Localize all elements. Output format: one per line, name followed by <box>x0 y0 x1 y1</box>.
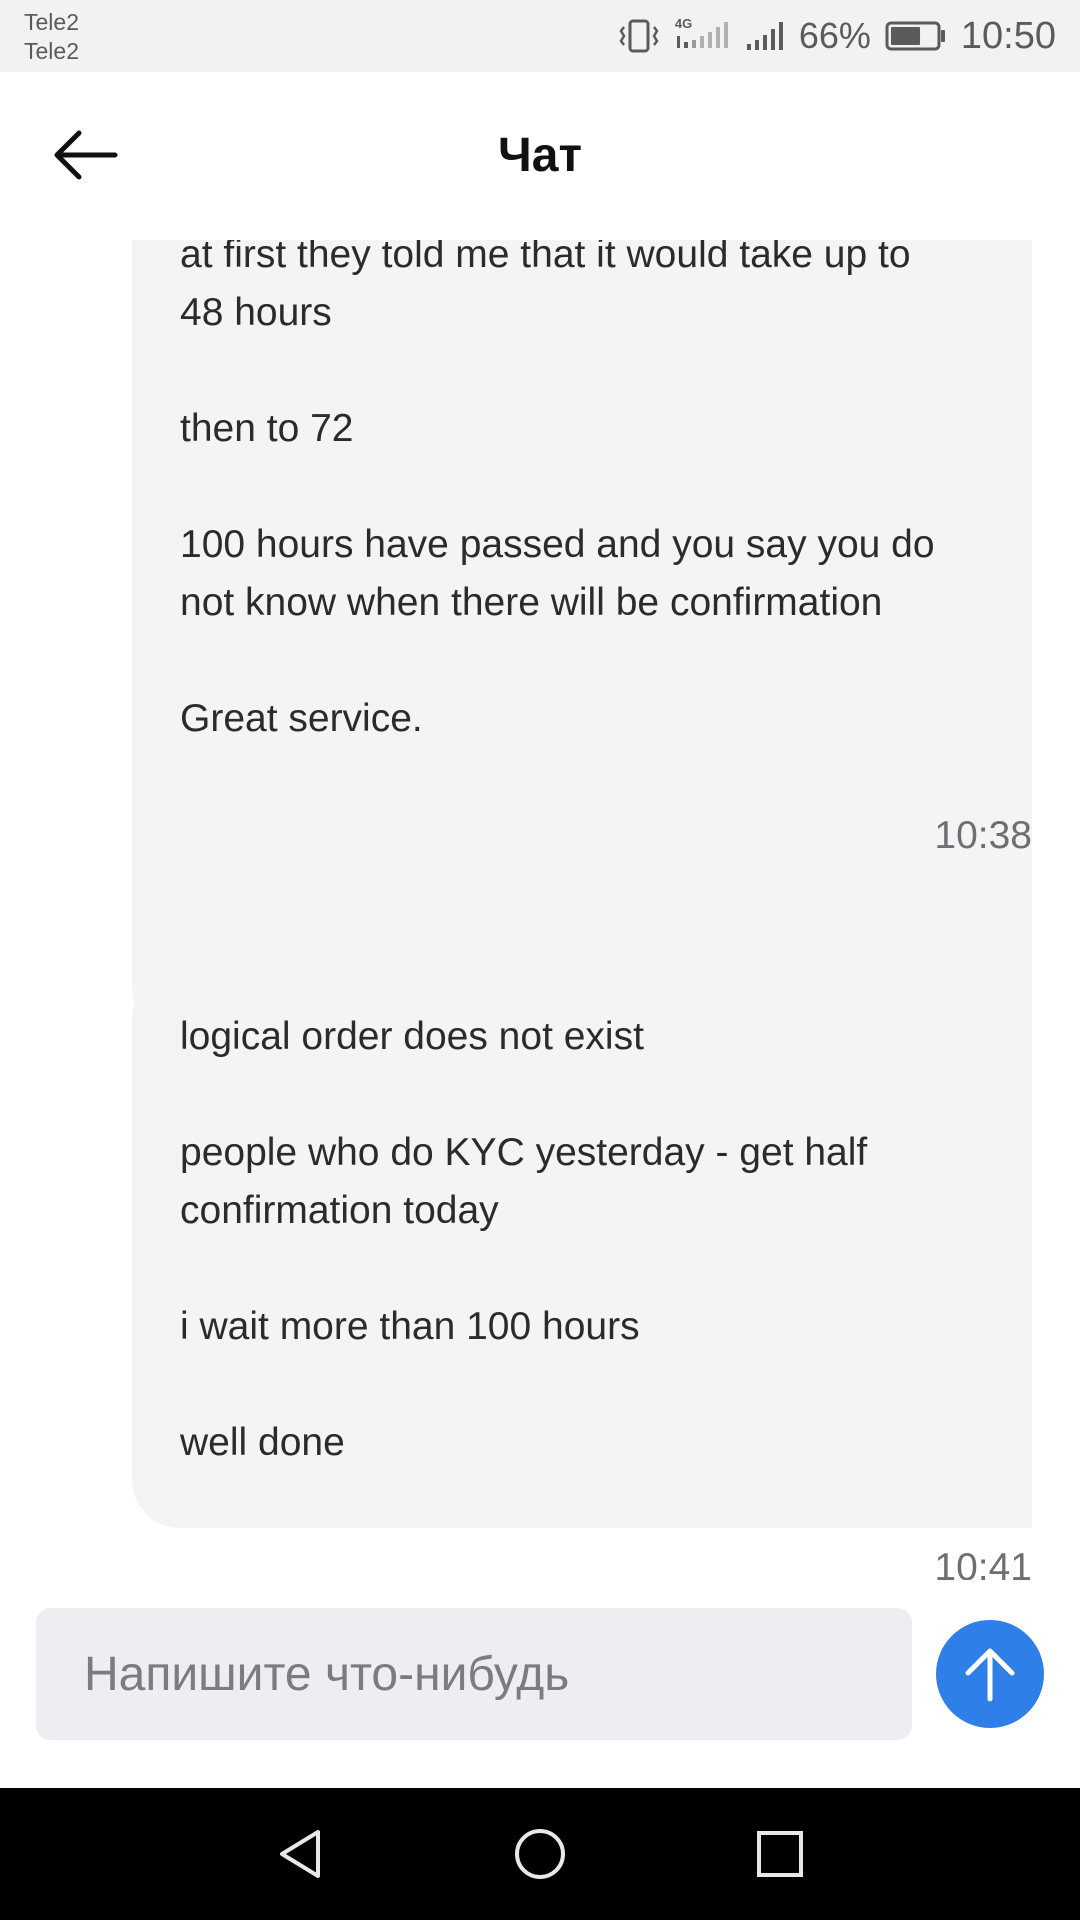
nav-back-button[interactable] <box>264 1818 336 1890</box>
message-time: 10:41 <box>934 1546 1032 1580</box>
carrier-names: Tele2 Tele2 <box>24 8 79 66</box>
message-text-line: i wait more than 100 hours <box>180 1305 640 1348</box>
battery-icon <box>885 20 947 52</box>
chat-header: Чат <box>0 72 1080 240</box>
message-text-line: logical order does not exist <box>180 1015 644 1058</box>
page-title: Чат <box>498 129 582 182</box>
carrier-2: Tele2 <box>24 38 79 64</box>
message-bubble: logical order does not exist people who d… <box>132 970 1032 1528</box>
message-text-line: Great service. <box>180 697 423 740</box>
send-button[interactable] <box>936 1620 1044 1728</box>
message-bubble: at first they told me that it would take… <box>132 240 1032 1034</box>
vibrate-icon <box>617 18 661 54</box>
signal-4g-icon: 4G <box>675 16 731 56</box>
message-text-line: at first they told me that it would take… <box>180 240 911 276</box>
system-nav-bar <box>0 1788 1080 1920</box>
message-input[interactable] <box>36 1608 912 1740</box>
status-time: 10:50 <box>960 14 1056 57</box>
nav-home-button[interactable] <box>504 1818 576 1890</box>
circle-home-icon <box>515 1829 565 1879</box>
message-list[interactable]: at first they told me that it would take… <box>0 240 1080 1580</box>
message-text-line: 48 hours <box>180 291 332 334</box>
message-text-line: not know when there will be confirmation <box>180 581 883 624</box>
carrier-1: Tele2 <box>24 9 79 35</box>
message-text-line: people who do KYC yesterday - get half <box>180 1131 868 1174</box>
message-text-line: confirmation today <box>180 1189 499 1232</box>
signal-icon <box>745 18 785 54</box>
status-bar: Tele2 Tele2 4G 66% 10:50 <box>0 0 1080 72</box>
message-text-line: then to 72 <box>180 407 354 450</box>
message-time: 10:38 <box>934 814 1032 857</box>
message-text-line: 100 hours have passed and you say you do <box>180 523 935 566</box>
message-text-line: well done <box>180 1421 345 1464</box>
square-recents-icon <box>757 1831 803 1877</box>
message-composer <box>0 1580 1080 1788</box>
arrow-up-icon <box>965 1648 1015 1702</box>
triangle-back-icon <box>280 1830 320 1878</box>
back-button[interactable] <box>46 124 124 186</box>
status-icons: 4G 66% 10:50 <box>617 0 1056 72</box>
nav-recents-button[interactable] <box>744 1818 816 1890</box>
arrow-left-icon <box>54 130 118 180</box>
battery-percent: 66% <box>798 15 871 56</box>
